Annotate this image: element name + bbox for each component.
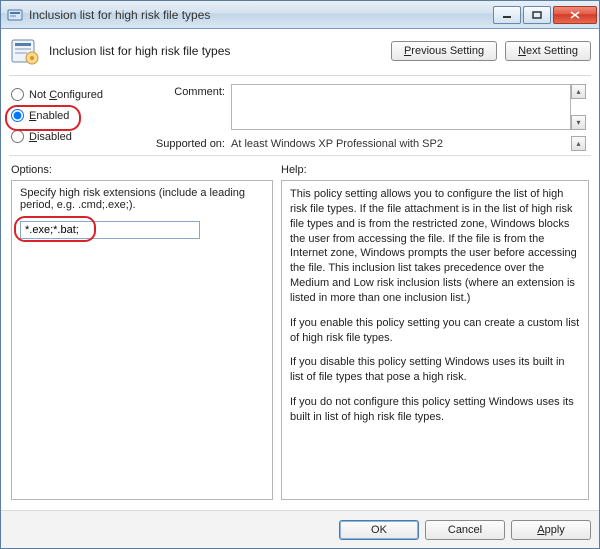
extensions-wrap [20, 221, 200, 239]
maximize-button[interactable] [523, 6, 551, 24]
dialog-footer: OK Cancel Apply [1, 510, 599, 548]
scroll-up-icon[interactable]: ▴ [571, 136, 586, 151]
policy-title: Inclusion list for high risk file types [49, 44, 383, 58]
comment-scrollbar: ▴ ▾ [571, 84, 587, 130]
cancel-button[interactable]: Cancel [425, 520, 505, 540]
previous-setting-button[interactable]: Previous Setting [391, 41, 497, 61]
comment-textarea[interactable] [231, 84, 571, 130]
supported-value: At least Windows XP Professional with SP… [231, 136, 571, 151]
ok-button[interactable]: OK [339, 520, 419, 540]
close-button[interactable] [553, 6, 597, 24]
titlebar[interactable]: Inclusion list for high risk file types [1, 1, 599, 29]
minimize-button[interactable] [493, 6, 521, 24]
dialog-window: Inclusion list for high risk file types … [0, 0, 600, 549]
lower-section: Options: Specify high risk extensions (i… [9, 158, 591, 502]
radio-not-configured[interactable]: Not Configured [11, 88, 131, 101]
upper-section: Not Configured Enabled Disabled Comment:… [9, 82, 591, 156]
radio-not-configured-input[interactable] [11, 88, 24, 101]
state-radios: Not Configured Enabled Disabled [11, 84, 131, 151]
window-buttons [491, 6, 597, 24]
client-area: Inclusion list for high risk file types … [1, 29, 599, 510]
policy-icon [9, 35, 41, 67]
window-title: Inclusion list for high risk file types [29, 8, 491, 22]
next-setting-button[interactable]: Next Setting [505, 41, 591, 61]
help-box[interactable]: This policy setting allows you to config… [281, 180, 589, 500]
extensions-input[interactable] [20, 221, 200, 239]
comment-label: Comment: [141, 84, 231, 130]
app-icon [7, 7, 23, 23]
comment-supported: Comment: ▴ ▾ Supported on: At least Wind… [141, 84, 587, 151]
options-pane: Options: Specify high risk extensions (i… [11, 164, 273, 500]
header-row: Inclusion list for high risk file types … [9, 35, 591, 76]
supported-label: Supported on: [141, 136, 231, 151]
help-paragraph: This policy setting allows you to config… [290, 187, 580, 306]
help-label: Help: [281, 164, 589, 176]
scroll-down-icon[interactable]: ▾ [571, 115, 586, 130]
radio-disabled-input[interactable] [11, 130, 24, 143]
radio-enabled[interactable]: Enabled [11, 109, 131, 122]
help-paragraph: If you disable this policy setting Windo… [290, 355, 580, 385]
options-box: Specify high risk extensions (include a … [11, 180, 273, 500]
help-paragraph: If you enable this policy setting you ca… [290, 316, 580, 346]
help-paragraph: If you do not configure this policy sett… [290, 395, 580, 425]
options-label: Options: [11, 164, 273, 176]
apply-button[interactable]: Apply [511, 520, 591, 540]
scroll-up-icon[interactable]: ▴ [571, 84, 586, 99]
options-instruction: Specify high risk extensions (include a … [20, 187, 264, 211]
radio-enabled-input[interactable] [11, 109, 24, 122]
supported-scrollbar: ▴ [571, 136, 587, 151]
radio-disabled[interactable]: Disabled [11, 130, 131, 143]
help-pane: Help: This policy setting allows you to … [281, 164, 589, 500]
